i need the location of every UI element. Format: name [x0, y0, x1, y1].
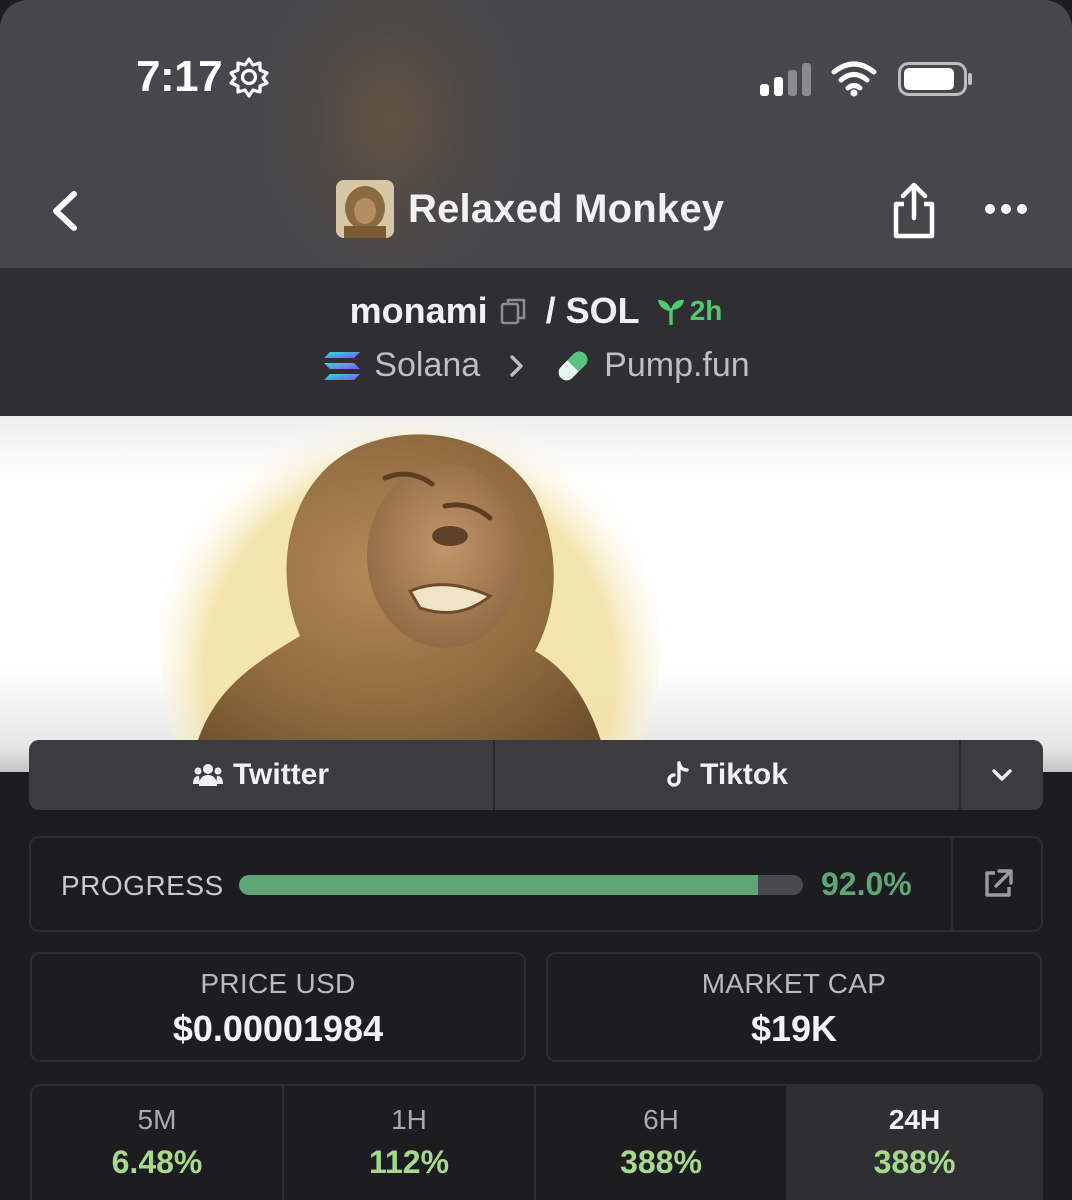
social-links-bar: Twitter Tiktok — [29, 740, 1043, 810]
timeframe-24h[interactable]: 24H 388% — [788, 1086, 1041, 1200]
token-banner-image — [0, 416, 1072, 776]
pair-separator: / — [545, 290, 556, 331]
timeframe-6h[interactable]: 6H 388% — [536, 1086, 788, 1200]
timeframe-label: 24H — [888, 1104, 941, 1135]
token-title: Relaxed Monkey — [336, 180, 724, 238]
timeframe-label: 5M — [137, 1104, 177, 1135]
price-usd-value: $0.00001984 — [172, 1008, 384, 1049]
solana-icon — [324, 351, 361, 380]
back-button[interactable] — [44, 186, 88, 236]
bonding-progress-card: PROGRESS 92.0% — [29, 836, 1043, 932]
more-socials-dropdown[interactable] — [961, 740, 1043, 810]
page-title: Relaxed Monkey — [408, 186, 725, 231]
tiktok-label: Tiktok — [700, 758, 788, 791]
gear-icon — [229, 57, 269, 98]
pair-quote-symbol: SOL — [565, 290, 640, 331]
pill-icon — [558, 351, 588, 380]
tiktok-icon — [667, 761, 689, 787]
chevron-down-icon — [992, 769, 1012, 781]
pair-base-symbol: monami — [349, 290, 488, 331]
timeframe-label: 6H — [643, 1104, 679, 1135]
pair-name-row: monami / SOL 2h — [0, 290, 1072, 332]
timeframe-change: 388% — [873, 1144, 956, 1180]
market-cap-value: $19K — [750, 1008, 838, 1049]
market-cap-card: MARKET CAP $19K — [546, 952, 1042, 1062]
price-usd-card: PRICE USD $0.00001984 — [30, 952, 526, 1062]
pair-age: 2h — [656, 295, 723, 327]
chain-name[interactable]: Solana — [374, 346, 480, 385]
twitter-label: Twitter — [232, 758, 330, 791]
sprout-icon — [657, 299, 684, 325]
twitter-link-button[interactable]: Twitter — [29, 740, 495, 810]
timeframe-change: 6.48% — [111, 1144, 203, 1180]
progress-value: 92.0% — [821, 866, 912, 902]
status-time: 7:17 — [136, 52, 223, 101]
dex-name[interactable]: Pump.fun — [604, 346, 750, 385]
timeframe-1h[interactable]: 1H 112% — [284, 1086, 536, 1200]
progress-label: PROGRESS — [61, 870, 224, 901]
wifi-icon — [831, 61, 877, 97]
timeframe-change: 112% — [368, 1144, 450, 1180]
timeframe-label: 1H — [391, 1104, 427, 1135]
pair-info-bar: monami / SOL 2h Solana Pump.fun — [0, 268, 1072, 416]
external-link-button[interactable] — [951, 838, 1043, 930]
chain-dex-breadcrumb: Solana Pump.fun — [0, 346, 1072, 385]
app-header: 7:17 Relaxed Monkey — [0, 0, 1072, 268]
progress-bar-fill — [239, 875, 758, 895]
tiktok-link-button[interactable]: Tiktok — [495, 740, 961, 810]
external-link-icon — [985, 869, 1013, 897]
token-avatar — [336, 180, 394, 238]
cellular-signal-icon — [760, 62, 811, 96]
timeframe-change: 388% — [620, 1144, 702, 1180]
copy-icon[interactable] — [498, 296, 528, 326]
battery-icon — [898, 62, 972, 96]
pair-age-text: 2h — [689, 295, 723, 326]
more-options-button[interactable] — [982, 196, 1030, 222]
timeframe-5m[interactable]: 5M 6.48% — [32, 1086, 284, 1200]
users-icon — [192, 764, 223, 786]
market-cap-label: MARKET CAP — [701, 968, 887, 999]
chevron-right-icon — [510, 354, 523, 377]
share-button[interactable] — [888, 182, 940, 240]
price-change-timeframes: 5M 6.48% 1H 112% 6H 388% 24H 388% — [30, 1084, 1043, 1200]
price-usd-label: PRICE USD — [200, 968, 356, 999]
progress-bar — [239, 875, 803, 895]
